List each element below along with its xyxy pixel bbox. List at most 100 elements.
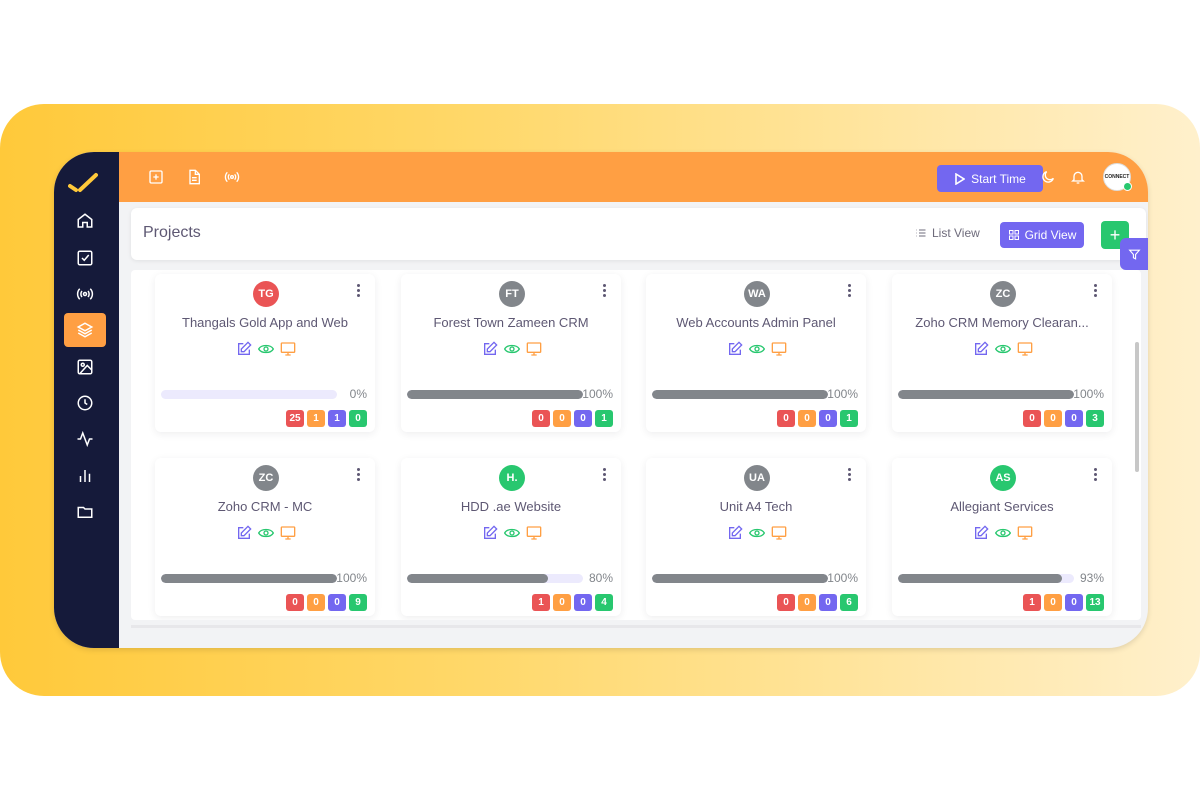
eye-icon[interactable]	[504, 341, 520, 357]
moon-icon[interactable]	[1040, 169, 1056, 185]
monitor-icon[interactable]	[771, 341, 787, 357]
app-window: Start Time CONNECT Projects List View Gr…	[54, 152, 1148, 648]
project-card[interactable]: ZC Zoho CRM Memory Clearan... 100% 0003	[892, 274, 1112, 432]
sidebar-item-media[interactable]	[64, 350, 106, 384]
progress-fill	[407, 574, 548, 583]
eye-icon[interactable]	[749, 525, 765, 541]
more-options-icon[interactable]	[601, 284, 607, 298]
badge-review: 0	[574, 410, 592, 427]
project-card[interactable]: ZC Zoho CRM - MC 100% 0009	[155, 458, 375, 616]
user-avatar-text: CONNECT	[1104, 174, 1130, 180]
more-options-icon[interactable]	[846, 284, 852, 298]
monitor-icon[interactable]	[1017, 525, 1033, 541]
badge-in-progress: 0	[1044, 410, 1062, 427]
bell-icon[interactable]	[1070, 169, 1086, 185]
badge-review: 0	[1065, 410, 1083, 427]
monitor-icon[interactable]	[280, 525, 296, 541]
project-name[interactable]: Web Accounts Admin Panel	[656, 315, 856, 330]
eye-icon[interactable]	[749, 341, 765, 357]
task-count-badges: 1 0 0 13	[1023, 594, 1104, 611]
edit-icon[interactable]	[727, 525, 743, 541]
project-name[interactable]: Zoho CRM - MC	[165, 499, 365, 514]
filter-icon	[1127, 249, 1141, 260]
task-count-badges: 0003	[1023, 410, 1104, 427]
edit-icon[interactable]	[973, 525, 989, 541]
broadcast-icon[interactable]	[224, 169, 240, 185]
project-card[interactable]: FT Forest Town Zameen CRM 100% 0001	[401, 274, 621, 432]
progress-fill	[407, 390, 583, 399]
list-view-button[interactable]: List View	[915, 226, 980, 240]
progress-bar	[407, 574, 583, 583]
progress-percent: 100%	[336, 571, 367, 585]
project-card[interactable]: AS Allegiant Services 93% 1 0 0 13	[892, 458, 1112, 616]
edit-icon[interactable]	[727, 341, 743, 357]
sidebar-item-broadcast[interactable]	[64, 277, 106, 311]
edit-icon[interactable]	[482, 341, 498, 357]
eye-icon[interactable]	[504, 525, 520, 541]
edit-icon[interactable]	[236, 341, 252, 357]
more-options-icon[interactable]	[355, 468, 361, 482]
file-text-icon[interactable]	[186, 169, 202, 185]
filter-button[interactable]	[1120, 238, 1148, 270]
badge-review: 0	[819, 410, 837, 427]
eye-icon[interactable]	[258, 525, 274, 541]
eye-icon[interactable]	[995, 525, 1011, 541]
more-options-icon[interactable]	[1092, 284, 1098, 298]
project-name[interactable]: HDD .ae Website	[411, 499, 611, 514]
badge-pending: 0	[1023, 410, 1041, 427]
project-name[interactable]: Unit A4 Tech	[656, 499, 856, 514]
edit-icon[interactable]	[973, 341, 989, 357]
sidebar-item-home[interactable]	[64, 204, 106, 238]
monitor-icon[interactable]	[280, 341, 296, 357]
edit-icon[interactable]	[482, 525, 498, 541]
project-name[interactable]: Zoho CRM Memory Clearan...	[902, 315, 1102, 330]
task-count-badges: 1004	[532, 594, 613, 611]
project-card[interactable]: TG Thangals Gold App and Web 0% 25 1 1 0	[155, 274, 375, 432]
start-time-button[interactable]: Start Time	[937, 165, 1043, 192]
badge-in-progress: 0	[1044, 594, 1062, 611]
monitor-icon[interactable]	[1017, 341, 1033, 357]
project-card[interactable]: H. HDD .ae Website 80% 1004	[401, 458, 621, 616]
progress-bar	[898, 390, 1074, 399]
eye-icon[interactable]	[995, 341, 1011, 357]
home-icon	[77, 213, 93, 228]
image-icon	[77, 359, 93, 375]
monitor-icon[interactable]	[526, 525, 542, 541]
more-options-icon[interactable]	[601, 468, 607, 482]
progress-percent: 100%	[827, 387, 858, 401]
badge-pending: 0	[777, 410, 795, 427]
eye-icon[interactable]	[258, 341, 274, 357]
list-icon	[916, 229, 926, 237]
sidebar-item-reports[interactable]	[64, 459, 106, 493]
monitor-icon[interactable]	[526, 341, 542, 357]
sidebar-item-tasks[interactable]	[64, 241, 106, 275]
monitor-icon[interactable]	[771, 525, 787, 541]
project-card[interactable]: UA Unit A4 Tech 100% 0006	[646, 458, 866, 616]
sidebar-item-time[interactable]	[64, 386, 106, 420]
progress-fill	[898, 574, 1062, 583]
grid-view-button[interactable]: Grid View	[1000, 222, 1084, 248]
project-name[interactable]: Thangals Gold App and Web	[165, 315, 365, 330]
badge-completed: 6	[840, 594, 858, 611]
user-avatar[interactable]: CONNECT	[1103, 163, 1132, 191]
scrollbar[interactable]	[1135, 342, 1139, 472]
more-options-icon[interactable]	[1092, 468, 1098, 482]
badge-pending: 0	[286, 594, 304, 611]
project-avatar: UA	[744, 465, 770, 491]
clock-icon	[77, 395, 93, 411]
badge-in-progress: 0	[553, 410, 571, 427]
horizontal-scrollbar[interactable]	[131, 625, 1141, 628]
sidebar-item-projects[interactable]	[64, 313, 106, 347]
sidebar-item-activity[interactable]	[64, 422, 106, 456]
more-options-icon[interactable]	[846, 468, 852, 482]
page-title: Projects	[143, 224, 201, 241]
sidebar-item-files[interactable]	[64, 495, 106, 529]
edit-icon[interactable]	[236, 525, 252, 541]
progress-fill	[898, 390, 1074, 399]
badge-completed: 13	[1086, 594, 1104, 611]
more-options-icon[interactable]	[355, 284, 361, 298]
plus-square-icon[interactable]	[148, 169, 164, 185]
project-card[interactable]: WA Web Accounts Admin Panel 100% 0001	[646, 274, 866, 432]
project-name[interactable]: Allegiant Services	[902, 499, 1102, 514]
project-name[interactable]: Forest Town Zameen CRM	[411, 315, 611, 330]
